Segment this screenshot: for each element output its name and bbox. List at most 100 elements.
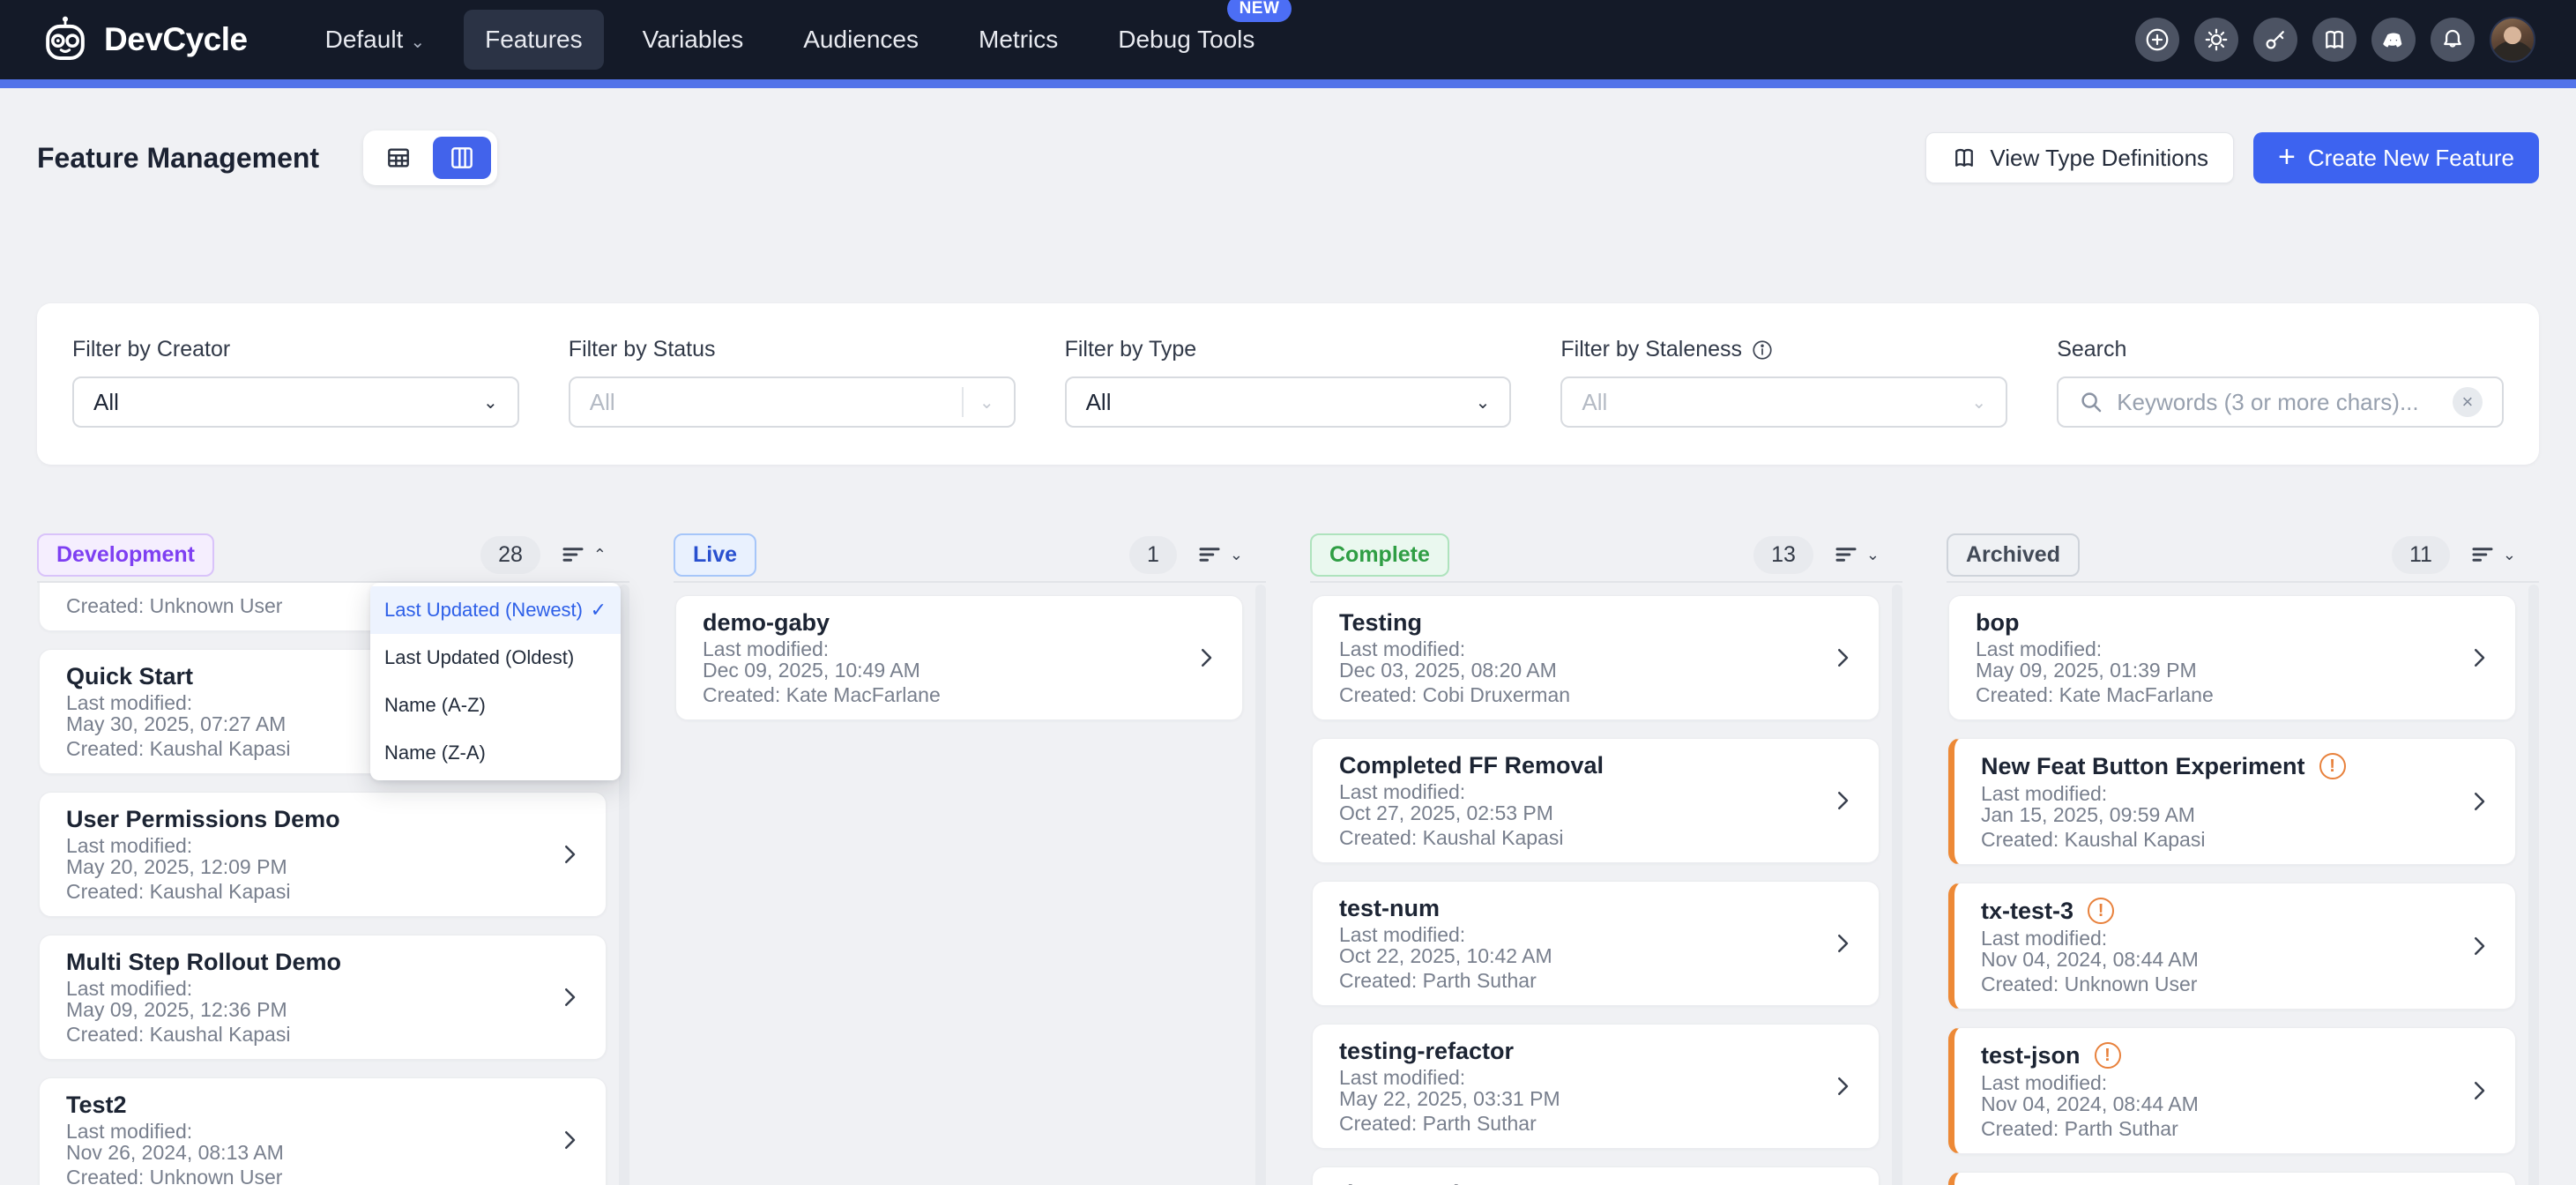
feature-card[interactable]: bop Last modified: May 09, 2025, 01:39 P… (1948, 595, 2516, 720)
sort-option-last-updated-newest[interactable]: Last Updated (Newest)✓ (370, 586, 621, 634)
created-by: Created: Kate MacFarlane (703, 684, 1216, 705)
create-circle-button[interactable] (2135, 18, 2179, 62)
created-by: Created: Kaushal Kapasi (66, 881, 579, 902)
feature-name: Testing (1339, 610, 1422, 635)
sort-option-name-za[interactable]: Name (Z-A) (370, 729, 621, 777)
chevron-right-icon (2466, 1077, 2492, 1104)
column-development-header: Development 28 ⌃ (37, 535, 629, 574)
nav-item-metrics[interactable]: Metrics (957, 10, 1079, 70)
view-toggle (363, 130, 497, 185)
sort-button[interactable]: ⌄ (2469, 541, 2516, 568)
created-by: Created: Kaushal Kapasi (1339, 827, 1852, 848)
feature-card[interactable]: test-json Last modified: Nov 04, 2024, 0… (1948, 1027, 2516, 1154)
feature-card[interactable]: testing-refactor Last modified: May 22, … (1312, 1024, 1880, 1149)
view-type-definitions-button[interactable]: View Type Definitions (1925, 132, 2234, 183)
column-scrollbar[interactable] (1892, 585, 1902, 1185)
last-modified-date: May 09, 2025, 01:39 PM (1976, 660, 2489, 681)
column-live: Live 1 ⌄ demo-gaby Last modified: Dec 09… (674, 535, 1266, 1185)
filter-bar: Filter by Creator All ⌄ Filter by Status… (37, 303, 2539, 465)
chevron-right-icon (2466, 933, 2492, 959)
column-scrollbar[interactable] (1255, 585, 1266, 1185)
last-modified-date: Dec 09, 2025, 10:49 AM (703, 660, 1216, 681)
plus-circle-icon (2144, 26, 2170, 53)
count-badge: 11 (2392, 536, 2450, 574)
table-view-button[interactable] (369, 137, 428, 179)
filter-staleness-select[interactable]: All ⌄ (1560, 376, 2007, 428)
feature-card[interactable]: New Feat Button Experiment Last modified… (1948, 738, 2516, 865)
last-modified-date: Nov 04, 2024, 08:44 AM (1981, 1093, 2489, 1114)
discord-button[interactable] (2371, 18, 2416, 62)
brand-name: DevCycle (104, 21, 248, 58)
column-scrollbar[interactable] (2528, 585, 2539, 1185)
settings-button[interactable] (2194, 18, 2238, 62)
devcycle-robot-icon (41, 15, 90, 64)
feature-name: test-json (1981, 1043, 2081, 1068)
create-new-feature-button[interactable]: + Create New Feature (2253, 132, 2539, 183)
count-badge: 13 (1753, 536, 1813, 574)
column-complete: Complete 13 ⌄ Testing Last modified: Dec… (1310, 535, 1902, 1185)
stale-warning-icon (2095, 1042, 2121, 1069)
clear-search-button[interactable]: × (2453, 387, 2483, 417)
nav-item-audiences[interactable]: Audiences (782, 10, 940, 70)
filter-status-select[interactable]: All ⌄ (569, 376, 1016, 428)
nav-actions (2135, 17, 2535, 63)
sort-lines-icon (560, 541, 586, 568)
kanban-view-button[interactable] (433, 137, 491, 179)
sort-button[interactable]: ⌄ (1833, 541, 1880, 568)
project-selector[interactable]: Default⌄ (304, 10, 446, 70)
status-badge-development: Development (37, 533, 214, 577)
chevron-right-icon (1829, 930, 1856, 957)
check-icon: ✓ (591, 599, 607, 622)
feature-card[interactable]: Completed FF Removal Last modified: Oct … (1312, 738, 1880, 863)
chevron-right-icon (1829, 787, 1856, 814)
docs-button[interactable] (2312, 18, 2356, 62)
sort-button[interactable]: ⌃ (560, 541, 607, 568)
nav-item-features[interactable]: Features (464, 10, 604, 70)
chevron-up-icon: ⌃ (593, 546, 607, 564)
key-icon (2262, 26, 2289, 53)
card-list: demo-gaby Last modified: Dec 09, 2025, 1… (674, 583, 1266, 1185)
feature-card[interactable]: demo-paul Last modified: (1312, 1166, 1880, 1185)
api-keys-button[interactable] (2253, 18, 2297, 62)
feature-name: test-num (1339, 896, 1440, 920)
info-icon[interactable] (1751, 339, 1774, 361)
feature-card[interactable]: rachel-test Last modified: (1948, 1172, 2516, 1185)
stale-warning-icon (2319, 753, 2346, 779)
created-by: Created: Kaushal Kapasi (1981, 829, 2489, 850)
search-input[interactable] (2117, 389, 2440, 416)
count-badge: 1 (1129, 536, 1177, 574)
feature-card[interactable]: test-num Last modified: Oct 22, 2025, 10… (1312, 881, 1880, 1006)
feature-card[interactable]: Testing Last modified: Dec 03, 2025, 08:… (1312, 595, 1880, 720)
search-icon (2078, 389, 2104, 415)
filter-creator-select[interactable]: All ⌄ (72, 376, 519, 428)
gear-icon (2203, 26, 2230, 53)
devcycle-logo[interactable]: DevCycle (41, 15, 248, 64)
chevron-right-icon (1829, 1073, 1856, 1099)
notifications-button[interactable] (2431, 18, 2475, 62)
feature-card[interactable]: demo-gaby Last modified: Dec 09, 2025, 1… (675, 595, 1243, 720)
status-badge-complete: Complete (1310, 533, 1449, 577)
feature-card[interactable]: Test2 Last modified: Nov 26, 2024, 08:13… (39, 1077, 607, 1185)
last-modified-date: Dec 03, 2025, 08:20 AM (1339, 660, 1852, 681)
chevron-down-icon: ⌄ (410, 33, 425, 52)
sort-option-last-updated-oldest[interactable]: Last Updated (Oldest) (370, 634, 621, 682)
feature-name: demo-gaby (703, 610, 830, 635)
sort-option-name-az[interactable]: Name (A-Z) (370, 682, 621, 729)
user-avatar[interactable] (2490, 17, 2535, 63)
last-modified-date: Nov 26, 2024, 08:13 AM (66, 1142, 579, 1163)
feature-card[interactable]: Multi Step Rollout Demo Last modified: M… (39, 935, 607, 1060)
plus-icon: + (2278, 142, 2296, 172)
book-icon (2321, 26, 2348, 53)
feature-card[interactable]: tx-test-3 Last modified: Nov 04, 2024, 0… (1948, 883, 2516, 1010)
feature-name: New Feat Button Experiment (1981, 754, 2305, 779)
feature-card[interactable]: User Permissions Demo Last modified: May… (39, 792, 607, 917)
last-modified-date: Nov 04, 2024, 08:44 AM (1981, 949, 2489, 970)
chevron-down-icon: ⌄ (483, 391, 498, 414)
chevron-down-icon: ⌄ (1971, 391, 1986, 414)
chevron-right-icon (556, 1127, 583, 1153)
sort-button[interactable]: ⌄ (1196, 541, 1243, 568)
kanban-board: Development 28 ⌃ Last Updated (Newest)✓ … (37, 535, 2539, 1185)
nav-item-variables[interactable]: Variables (622, 10, 765, 70)
feature-name: Multi Step Rollout Demo (66, 950, 341, 974)
filter-type-select[interactable]: All ⌄ (1065, 376, 1512, 428)
